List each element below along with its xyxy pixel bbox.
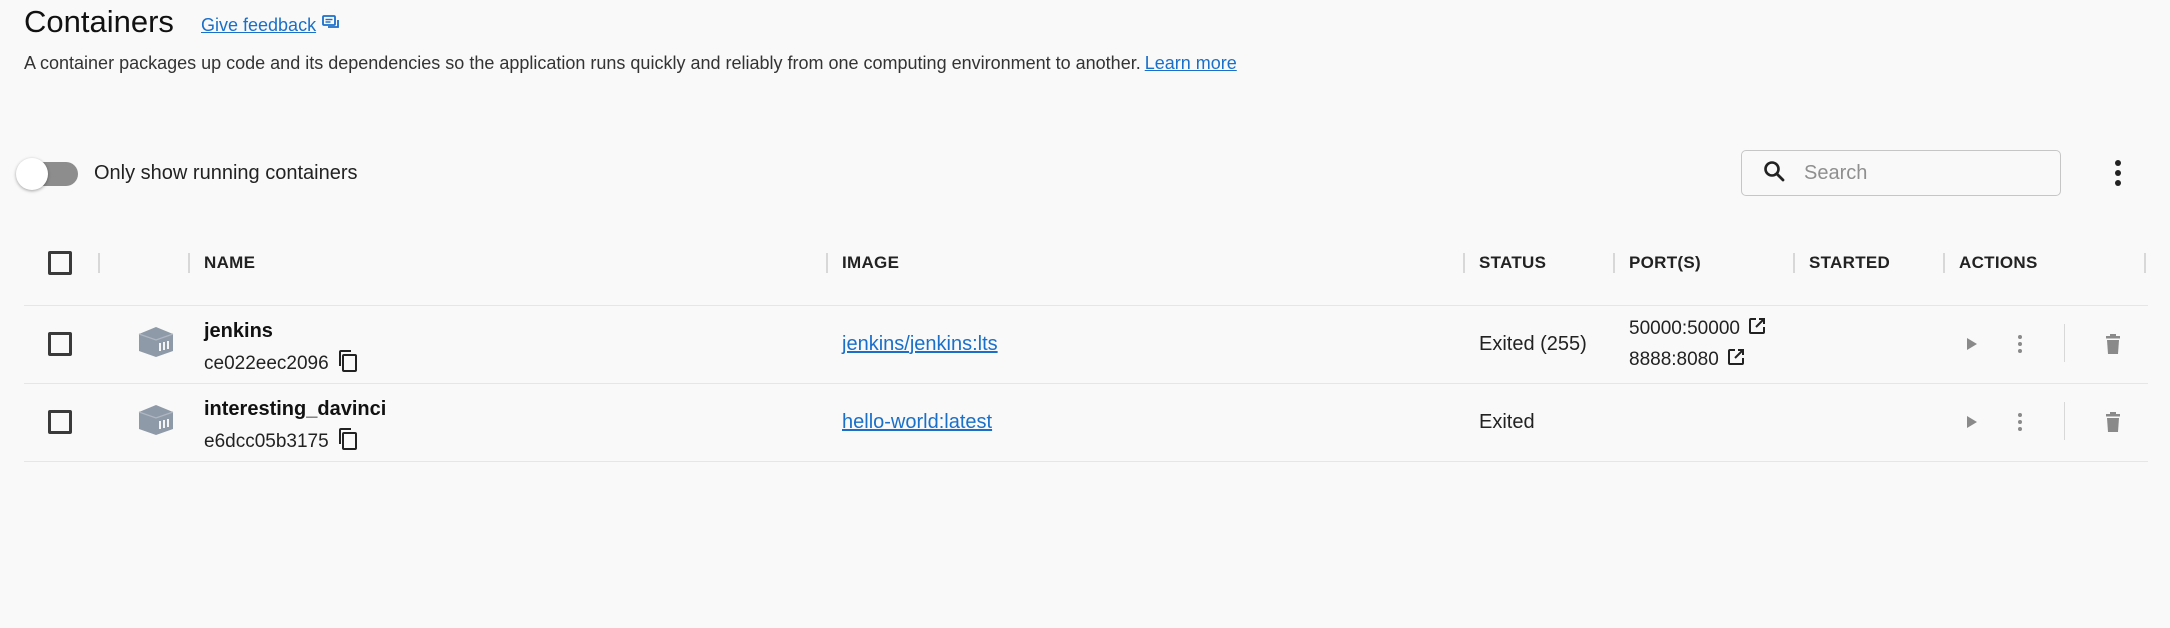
image-link[interactable]: hello-world:latest bbox=[842, 411, 992, 434]
more-vert-icon[interactable] bbox=[2012, 410, 2028, 434]
column-divider[interactable] bbox=[1943, 253, 1945, 273]
port-mapping[interactable]: 50000:50000 bbox=[1629, 318, 1740, 340]
search-icon bbox=[1762, 159, 1786, 188]
running-only-toggle[interactable] bbox=[16, 158, 78, 190]
container-id-text: ce022eec2096 bbox=[204, 353, 329, 374]
container-id: ce022eec2096 bbox=[204, 349, 359, 379]
toggle-knob[interactable] bbox=[16, 158, 48, 190]
play-icon[interactable] bbox=[1959, 332, 1983, 361]
port-link[interactable]: 8888:8080 bbox=[1629, 348, 1745, 372]
column-divider[interactable] bbox=[1793, 253, 1795, 273]
trash-icon[interactable] bbox=[2101, 332, 2125, 361]
port-link[interactable]: 50000:50000 bbox=[1629, 317, 1766, 341]
image-link[interactable]: jenkins/jenkins:lts bbox=[842, 333, 998, 356]
page-description: A container packages up code and its dep… bbox=[24, 53, 1237, 74]
open-external-icon[interactable] bbox=[1748, 317, 1766, 341]
column-header-name[interactable]: NAME bbox=[204, 253, 255, 273]
column-divider[interactable] bbox=[1613, 253, 1615, 273]
more-vert-icon[interactable] bbox=[2012, 332, 2028, 356]
column-header-actions: ACTIONS bbox=[1959, 253, 2038, 272]
container-name[interactable]: jenkins bbox=[204, 320, 273, 343]
column-divider[interactable] bbox=[188, 253, 190, 273]
give-feedback-link[interactable]: Give feedback bbox=[201, 15, 340, 36]
feedback-icon bbox=[322, 15, 340, 36]
port-mapping[interactable]: 8888:8080 bbox=[1629, 349, 1719, 371]
column-header-started[interactable]: STARTED bbox=[1809, 253, 1890, 273]
toggle-label: Only show running containers bbox=[94, 162, 358, 184]
search-box[interactable] bbox=[1741, 150, 2061, 196]
description-text: A container packages up code and its dep… bbox=[24, 53, 1141, 73]
container-id: e6dcc05b3175 bbox=[204, 427, 359, 457]
row-checkbox[interactable] bbox=[48, 410, 72, 434]
actions-divider bbox=[2064, 324, 2065, 362]
search-input[interactable] bbox=[1802, 160, 2046, 186]
column-header-status[interactable]: STATUS bbox=[1479, 253, 1546, 273]
column-header-ports[interactable]: PORT(S) bbox=[1629, 253, 1701, 273]
row-checkbox[interactable] bbox=[48, 332, 72, 356]
column-divider[interactable] bbox=[98, 253, 100, 273]
column-header-image[interactable]: IMAGE bbox=[842, 253, 899, 273]
container-icon bbox=[137, 325, 175, 364]
give-feedback-label[interactable]: Give feedback bbox=[201, 15, 316, 36]
actions-divider bbox=[2064, 402, 2065, 440]
status-text: Exited bbox=[1479, 411, 1535, 433]
more-vert-icon[interactable] bbox=[2108, 156, 2128, 190]
column-divider[interactable] bbox=[826, 253, 828, 273]
page-title: Containers bbox=[24, 4, 174, 39]
container-name[interactable]: interesting_davinci bbox=[204, 398, 386, 421]
copy-icon[interactable] bbox=[337, 349, 359, 379]
table-row[interactable]: interesting_davinci e6dcc05b3175 hello-w… bbox=[24, 384, 2148, 462]
container-icon bbox=[137, 403, 175, 442]
copy-icon[interactable] bbox=[337, 427, 359, 457]
learn-more-link[interactable]: Learn more bbox=[1145, 53, 1237, 73]
trash-icon[interactable] bbox=[2101, 410, 2125, 439]
table-header: NAME IMAGE STATUS PORT(S) STARTED ACTION… bbox=[24, 243, 2148, 306]
table-row[interactable]: jenkins ce022eec2096 jenkins/jenkins:lts… bbox=[24, 306, 2148, 384]
select-all-checkbox[interactable] bbox=[48, 251, 72, 275]
column-divider[interactable] bbox=[1463, 253, 1465, 273]
container-id-text: e6dcc05b3175 bbox=[204, 431, 329, 452]
column-divider[interactable] bbox=[2144, 253, 2146, 273]
play-icon[interactable] bbox=[1959, 410, 1983, 439]
open-external-icon[interactable] bbox=[1727, 348, 1745, 372]
status-text: Exited (255) bbox=[1479, 333, 1587, 355]
